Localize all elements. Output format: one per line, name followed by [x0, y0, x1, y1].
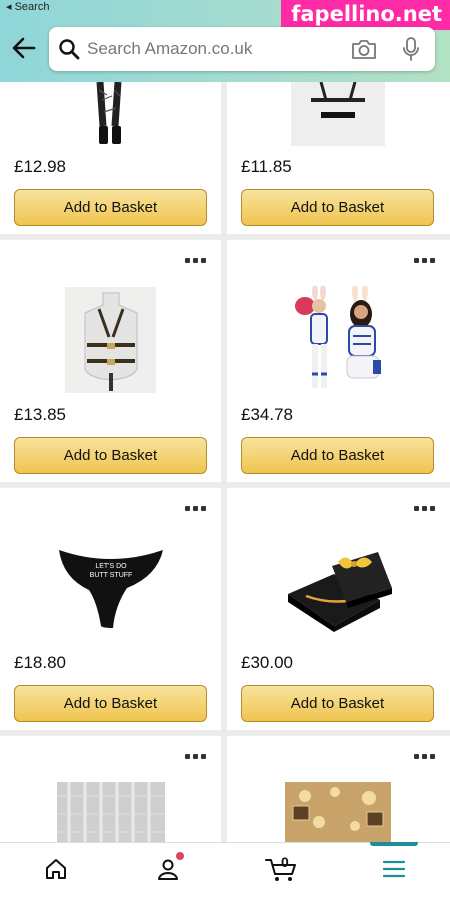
product-card[interactable] [0, 736, 221, 842]
product-image[interactable]: LET'S DO BUTT STUFF [57, 546, 165, 630]
more-options-icon[interactable] [185, 506, 209, 514]
product-card[interactable] [227, 736, 450, 842]
product-card[interactable]: £30.00 Add to Basket [227, 488, 450, 730]
product-price: £34.78 [241, 405, 293, 424]
product-price: £18.80 [14, 653, 66, 672]
product-price: £13.85 [14, 405, 66, 424]
status-back-link[interactable]: ◂ Search [6, 0, 49, 13]
watermark: fapellino.net [281, 0, 450, 30]
bottom-navigation: 0 [0, 842, 450, 902]
nav-menu[interactable] [338, 843, 450, 902]
notification-dot [176, 852, 184, 860]
search-bar[interactable] [49, 27, 435, 71]
product-image[interactable] [65, 287, 156, 393]
product-card[interactable]: LET'S DO BUTT STUFF £18.80 Add to Basket [0, 488, 221, 730]
product-image[interactable] [90, 82, 130, 148]
search-input[interactable] [87, 27, 337, 71]
product-image[interactable] [291, 82, 385, 146]
account-icon[interactable] [156, 857, 180, 881]
more-options-icon[interactable] [414, 506, 438, 514]
svg-text:LET'S DO: LET'S DO [95, 563, 127, 570]
search-icon[interactable] [58, 38, 80, 60]
more-options-icon[interactable] [185, 754, 209, 762]
product-card[interactable]: £34.78 Add to Basket [227, 240, 450, 482]
product-price: £12.98 [14, 157, 66, 176]
more-options-icon[interactable] [414, 754, 438, 762]
back-arrow-icon[interactable] [10, 34, 38, 62]
add-to-basket-button[interactable]: Add to Basket [241, 189, 434, 226]
add-to-basket-button[interactable]: Add to Basket [14, 189, 207, 226]
top-bar: ◂ Search fapellino.net [0, 0, 450, 82]
more-options-icon[interactable] [414, 258, 438, 266]
home-icon[interactable] [44, 857, 68, 881]
nav-cart[interactable] [225, 843, 337, 902]
product-price: £30.00 [241, 653, 293, 672]
product-card[interactable]: £12.98 Add to Basket [0, 82, 221, 234]
cart-count: 0 [281, 854, 289, 870]
add-to-basket-button[interactable]: Add to Basket [14, 685, 207, 722]
add-to-basket-button[interactable]: Add to Basket [241, 685, 434, 722]
product-image[interactable] [57, 782, 165, 842]
product-card[interactable]: £13.85 Add to Basket [0, 240, 221, 482]
add-to-basket-button[interactable]: Add to Basket [241, 437, 434, 474]
microphone-icon[interactable] [401, 36, 421, 62]
product-grid: £12.98 Add to Basket £11.85 Add to Baske… [0, 82, 450, 842]
svg-text:BUTT STUFF: BUTT STUFF [90, 572, 133, 579]
nav-home[interactable] [0, 843, 112, 902]
more-options-icon[interactable] [185, 258, 209, 266]
camera-icon[interactable] [351, 38, 377, 60]
add-to-basket-button[interactable]: Add to Basket [14, 437, 207, 474]
product-card[interactable]: £11.85 Add to Basket [227, 82, 450, 234]
menu-icon[interactable] [382, 857, 406, 881]
product-image[interactable] [285, 782, 391, 842]
product-image[interactable] [291, 286, 387, 396]
product-price: £11.85 [241, 157, 292, 176]
product-image[interactable] [282, 544, 394, 634]
nav-account[interactable] [112, 843, 224, 902]
